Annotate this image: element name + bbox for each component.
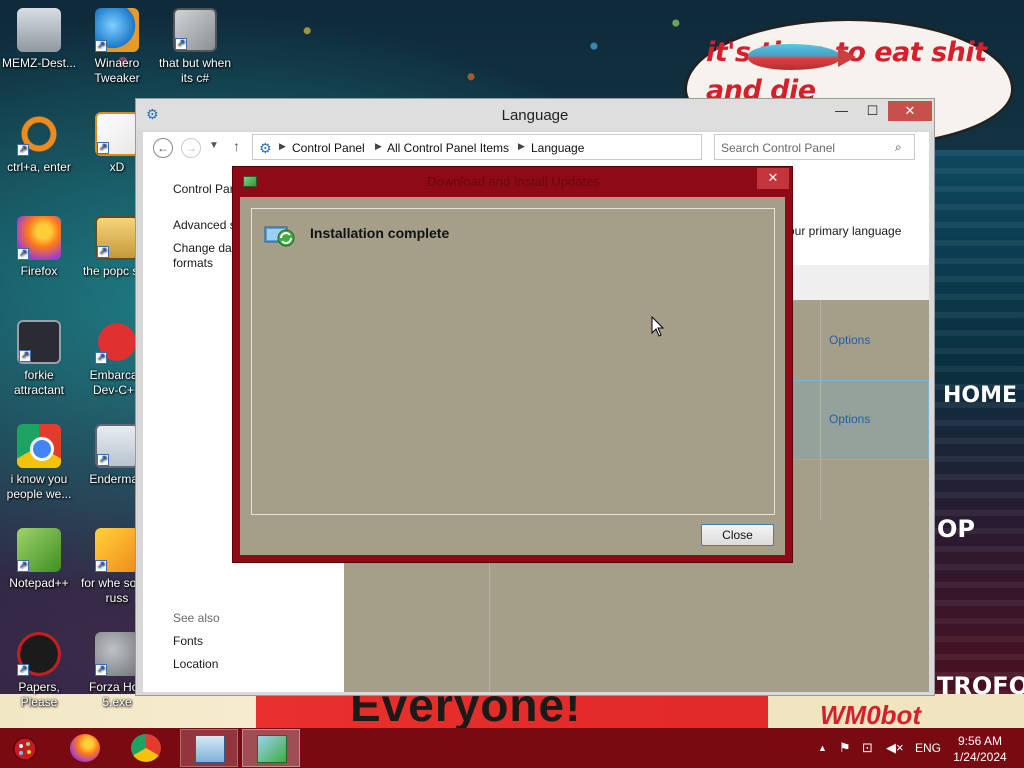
papers-please-icon: ↗ — [17, 632, 61, 676]
search-box[interactable]: ⌕ — [714, 134, 915, 160]
dialog-title[interactable]: Download and Install Updates — [233, 174, 794, 189]
desktop-icon-chrome[interactable]: i know you people we... — [1, 424, 77, 502]
winaero-icon: ↗ — [95, 8, 139, 52]
dictionary-icon: ↗ — [95, 528, 139, 572]
folders-icon: ↗ — [173, 8, 217, 52]
taskbar-windows-update[interactable] — [242, 729, 300, 767]
link-change-date-formats-line2[interactable]: formats — [173, 256, 213, 271]
city-sign-op: OP — [937, 515, 975, 543]
desktop-icon-label: ctrl+a, enter — [7, 160, 71, 174]
breadcrumb-separator-icon[interactable]: ▶ — [518, 141, 525, 152]
close-button[interactable]: Close — [701, 524, 774, 546]
forward-arrow-icon[interactable]: → — [181, 138, 201, 158]
address-toolbar: ← → ▼ ↑ ⚙ ▶ Control Panel ▶ All Control … — [143, 132, 929, 162]
show-hidden-icons-chevron-icon[interactable]: ▲ — [818, 741, 827, 755]
clock-date[interactable]: 1/24/2024 — [950, 750, 1010, 764]
desktop-icon-label: MEMZ-Dest... — [2, 56, 76, 70]
mouse-cursor-icon — [651, 316, 665, 337]
popcorn-icon: ↗ — [95, 216, 139, 260]
volume-muted-icon[interactable]: ◀× — [886, 741, 904, 755]
firefox-icon — [70, 734, 100, 762]
address-bar[interactable]: ⚙ ▶ Control Panel ▶ All Control Panel It… — [252, 134, 803, 160]
link-advanced-settings[interactable]: Advanced s — [173, 218, 236, 233]
desktop-icon-memz[interactable]: MEMZ-Dest... — [1, 8, 77, 71]
window-close-icon[interactable]: ✕ — [888, 101, 932, 121]
desktop-icon-label: Winaero Tweaker — [94, 56, 140, 85]
breadcrumb-control-panel[interactable]: Control Panel — [292, 141, 365, 155]
taskbar-chrome[interactable] — [117, 729, 175, 767]
wallpaper-city-strip: HOME OP TROFOS — [935, 150, 1024, 700]
taskbar-firefox[interactable] — [56, 729, 114, 767]
enderman-icon: ↗ — [95, 424, 139, 468]
fish-image — [748, 44, 856, 70]
back-arrow-icon[interactable]: ← — [153, 138, 173, 158]
search-input[interactable] — [721, 139, 891, 156]
desktop-icon-notepadpp[interactable]: ↗ Notepad++ — [1, 528, 77, 591]
taskbar-control-panel[interactable] — [180, 729, 238, 767]
maximize-icon[interactable]: ☐ — [857, 101, 888, 121]
desktop-icon-winaero[interactable]: ↗ Winaero Tweaker — [79, 8, 155, 86]
search-icon[interactable]: ⌕ — [895, 140, 902, 155]
breadcrumb-separator-icon[interactable]: ▶ — [375, 141, 382, 152]
link-change-date-formats[interactable]: Change dat — [173, 241, 235, 256]
installation-status-text: Installation complete — [310, 225, 450, 241]
desktop-icon-label: Papers, Please — [18, 680, 60, 709]
taskbar: ▲ ⚑ ⊡ ◀× ENG 9:56 AM 1/24/2024 — [0, 728, 1024, 768]
input-language-indicator[interactable]: ENG — [915, 741, 941, 755]
desktop-icon-label: Notepad++ — [9, 576, 69, 590]
control-panel-icon — [195, 735, 225, 763]
desktop-icon-firefox[interactable]: ↗ Firefox — [1, 216, 77, 279]
hxd-icon: ↗ — [95, 112, 139, 156]
firefox-icon: ↗ — [17, 216, 61, 260]
install-updates-dialog: Download and Install Updates ✕ Installat… — [232, 166, 793, 563]
primary-language-text: our primary language — [788, 224, 902, 238]
windows-update-icon — [257, 735, 287, 763]
start-button-icon[interactable] — [10, 734, 40, 762]
gear-app-icon: ↗ — [17, 320, 61, 364]
chrome-icon — [131, 734, 161, 762]
options-link-2[interactable]: Options — [829, 412, 870, 426]
desktop-icon-label: xD — [109, 160, 125, 174]
window-titlebar[interactable]: ⚙ Language — ☐ ✕ — [136, 99, 934, 130]
desktop-icon-label: Firefox — [20, 264, 58, 278]
breadcrumb-language[interactable]: Language — [531, 141, 584, 155]
up-arrow-icon[interactable]: ↑ — [233, 138, 240, 154]
dialog-client-area: Installation complete Close — [240, 197, 785, 555]
desktop-icon-ctrl-a[interactable]: ↗ ctrl+a, enter — [1, 112, 77, 175]
minimize-icon[interactable]: — — [826, 101, 857, 121]
ring-icon: ↗ — [17, 112, 61, 156]
desktop-icon-label: i know you people we... — [6, 472, 72, 501]
desktop-icon-label: forkie attractant — [13, 368, 65, 397]
network-icon[interactable]: ⊡ — [862, 741, 873, 755]
desktop-icon-papers-please[interactable]: ↗ Papers, Please — [1, 632, 77, 710]
recycle-bin-icon — [17, 8, 61, 52]
desktop-icon-forkie[interactable]: ↗ forkie attractant — [1, 320, 77, 398]
watermark-text: WM0bot — [820, 700, 922, 730]
see-also-heading: See also — [173, 611, 220, 625]
link-fonts[interactable]: Fonts — [173, 634, 203, 649]
recent-pages-chevron-icon[interactable]: ▼ — [209, 140, 219, 151]
flash-icon: ↗ — [95, 632, 139, 676]
window-title: Language — [501, 107, 569, 124]
column-divider — [820, 300, 821, 520]
notepadpp-icon: ↗ — [17, 528, 61, 572]
breadcrumb-separator-icon[interactable]: ▶ — [279, 141, 286, 152]
link-control-panel-home[interactable]: Control Par — [173, 182, 234, 197]
breadcrumb-all-items[interactable]: All Control Panel Items — [387, 141, 509, 155]
desktop-icon-csharp[interactable]: ↗ that but when its c# — [157, 8, 233, 86]
clock-time[interactable]: 9:56 AM — [950, 734, 1010, 748]
control-panel-icon: ⚙ — [259, 140, 272, 156]
update-complete-icon — [264, 226, 295, 247]
chrome-icon — [17, 424, 61, 468]
city-sign-home: HOME — [943, 383, 1018, 408]
devcpp-icon: ↗ — [95, 320, 139, 364]
dialog-content-panel: Installation complete — [251, 208, 775, 515]
dialog-close-icon[interactable]: ✕ — [757, 168, 789, 189]
link-location[interactable]: Location — [173, 657, 218, 672]
action-center-flag-icon[interactable]: ⚑ — [839, 741, 851, 755]
options-link-1[interactable]: Options — [829, 333, 870, 347]
desktop-icon-label: that but when its c# — [158, 56, 232, 85]
